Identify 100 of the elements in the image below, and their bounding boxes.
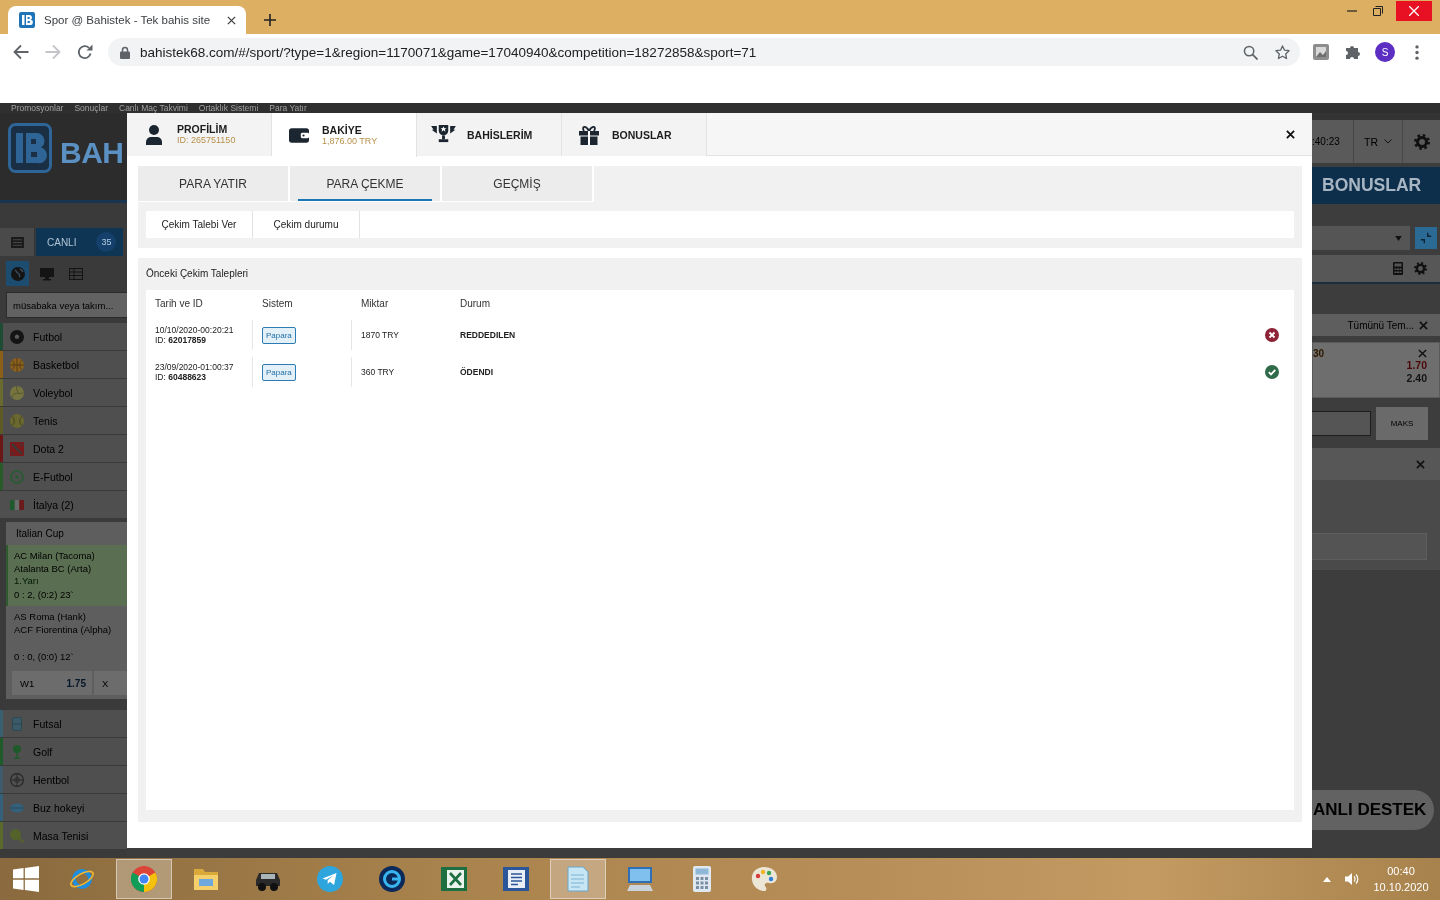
nav-link[interactable]: Sonuçlar xyxy=(74,103,108,113)
section-tab[interactable]: PARA YATIR xyxy=(138,166,290,202)
odds-button[interactable]: W1 1.75 xyxy=(12,671,92,695)
sport-item[interactable]: Masa Tenisi xyxy=(0,822,127,850)
back-arrow-icon[interactable] xyxy=(13,44,29,60)
competition-title[interactable]: Italian Cup xyxy=(6,522,127,545)
match-item[interactable]: AC Milan (Tacoma) Atalanta BC (Arta) 1.Yarı 0 : 2, (0:2) 23` xyxy=(6,545,127,606)
settings-icon[interactable] xyxy=(1413,133,1430,150)
table-cell: 10/10/2020-00:20:21 ID: 62017859 xyxy=(146,320,253,350)
ball-on-tee-icon xyxy=(10,744,24,759)
puzzle-icon[interactable] xyxy=(1345,44,1361,60)
action-tab[interactable]: Çekim durumu xyxy=(253,211,360,238)
speaker-icon[interactable] xyxy=(1345,872,1359,886)
language-selector[interactable]: TR xyxy=(1353,120,1403,163)
globe-icon xyxy=(10,266,25,281)
planet-icon xyxy=(69,866,95,892)
stake-field[interactable] xyxy=(1312,411,1371,436)
nav-link[interactable]: Ortaklık Sistemi xyxy=(198,103,259,113)
action-tab[interactable]: Çekim Talebi Ver xyxy=(146,211,253,238)
wallet-icon xyxy=(289,127,309,143)
sport-item[interactable]: E-Futbol xyxy=(0,463,127,491)
table-cell-text: 1870 TRY xyxy=(360,329,400,342)
clock-time[interactable]: 00:40 xyxy=(1387,863,1415,879)
sport-item[interactable]: Futsal xyxy=(0,710,127,738)
monitor-icon xyxy=(39,266,54,281)
collapse-icon xyxy=(1420,232,1432,244)
emblem-icon xyxy=(10,441,24,456)
section-tab[interactable]: PARA ÇEKME xyxy=(290,166,442,202)
four-pane-icon xyxy=(12,866,39,892)
section-tab[interactable]: GEÇMİŞ xyxy=(442,166,594,202)
account-tab[interactable]: BONUSLAR xyxy=(562,113,707,156)
match-score: 0 : 2, (0:2) 23` xyxy=(14,588,75,601)
nav-link[interactable]: Para Yatır xyxy=(269,103,307,113)
table-cell-text: ÖDENDI xyxy=(459,366,495,379)
sport-item[interactable]: Dota 2 xyxy=(0,435,127,463)
reload-icon[interactable] xyxy=(77,44,93,60)
dropdown-field[interactable] xyxy=(1312,226,1410,250)
clock-date[interactable]: 10.10.2020 xyxy=(1373,879,1429,895)
support-button[interactable]: ANLI DESTEK xyxy=(1312,790,1434,830)
bonus-button[interactable]: BONUSLAR xyxy=(1312,167,1440,204)
site-logo-icon[interactable] xyxy=(8,123,52,173)
browser-tab[interactable]: Spor @ Bahistek - Tek bahis site xyxy=(8,6,246,34)
clear-all-link[interactable]: Tümünü Tem... xyxy=(1347,319,1414,331)
sport-item[interactable]: Futbol xyxy=(0,323,127,351)
close-icon[interactable] xyxy=(1286,129,1295,139)
logo-text: BAH xyxy=(60,138,124,168)
sport-item[interactable]: Golf xyxy=(0,738,127,766)
star-icon[interactable] xyxy=(1275,44,1290,60)
image-icon[interactable] xyxy=(1313,44,1329,60)
window-close-button[interactable] xyxy=(1396,1,1432,21)
count-badge: 35 xyxy=(96,232,117,252)
site-logo-icon xyxy=(19,12,35,28)
collapse-button[interactable] xyxy=(1415,227,1437,249)
trophy-icon xyxy=(431,125,456,144)
basketball-icon xyxy=(10,357,24,372)
caret-up-icon[interactable] xyxy=(1323,876,1331,882)
odds-button[interactable]: X xyxy=(94,671,127,695)
table-cell-text: REDDEDILEN xyxy=(459,329,517,342)
input-field[interactable] xyxy=(1312,533,1427,560)
list-view-button[interactable] xyxy=(0,228,35,256)
restore-icon[interactable] xyxy=(1373,6,1383,16)
close-icon[interactable] xyxy=(227,15,236,25)
max-button[interactable]: MAKS xyxy=(1376,407,1428,440)
grid-icon xyxy=(68,266,83,281)
menu-icon[interactable] xyxy=(1415,44,1419,60)
column-header: Miktar xyxy=(360,297,390,309)
column-header: Sistem xyxy=(261,297,294,309)
payment-tag: Papara xyxy=(262,326,296,344)
live-tab[interactable]: CANLI 35 xyxy=(36,228,123,256)
address-bar[interactable]: bahistek68.com/#/sport/?type=1&region=1170071&game=17040940&competition=18272858&sport=71 xyxy=(108,38,1300,66)
column-header: Tarih ve ID xyxy=(154,297,204,309)
round-logo-icon xyxy=(131,866,157,892)
nav-link[interactable]: Canlı Maç Takvimi xyxy=(119,103,188,113)
sport-item[interactable]: Voleybol xyxy=(0,379,127,407)
target-icon xyxy=(10,469,24,484)
account-tab[interactable]: BAKİYE 1,876.00 TRY xyxy=(272,113,417,157)
sport-item[interactable]: Hentbol xyxy=(0,766,127,794)
sport-item[interactable]: Tenis xyxy=(0,407,127,435)
match-period: 1.Yarı xyxy=(14,575,40,587)
close-icon xyxy=(1409,6,1419,16)
account-tab[interactable]: PROFİLİM ID: 265751150 xyxy=(127,113,272,156)
search-field[interactable]: müsabaka veya takım... xyxy=(6,292,127,318)
paddle-icon xyxy=(10,828,24,843)
settings-icon[interactable] xyxy=(1414,262,1427,275)
magnifier-icon[interactable] xyxy=(1243,44,1258,60)
calculator-icon[interactable] xyxy=(1393,262,1403,275)
match-item[interactable]: AS Roma (Hank) ACF Fiorentina (Alpha) 0 : 0, (0:0) 12` W1 1.75 X xyxy=(6,606,127,699)
odds-value: 1.70 xyxy=(1406,359,1427,372)
team-name: ACF Fiorentina (Alpha) xyxy=(14,623,113,636)
sport-item[interactable]: Basketbol xyxy=(0,351,127,379)
pitch-icon xyxy=(10,716,24,731)
notepad-icon xyxy=(565,866,591,892)
payment-tag: Papara xyxy=(262,363,296,381)
profile-button[interactable]: S xyxy=(1375,42,1395,62)
plus-icon[interactable] xyxy=(264,14,276,26)
sport-item[interactable]: Buz hokeyi xyxy=(0,794,127,822)
view-button[interactable] xyxy=(6,261,29,286)
region-item[interactable]: İtalya (2) xyxy=(0,491,127,519)
nav-link[interactable]: Promosyonlar xyxy=(11,103,64,113)
account-tab[interactable]: BAHİSLERİM xyxy=(417,113,562,156)
